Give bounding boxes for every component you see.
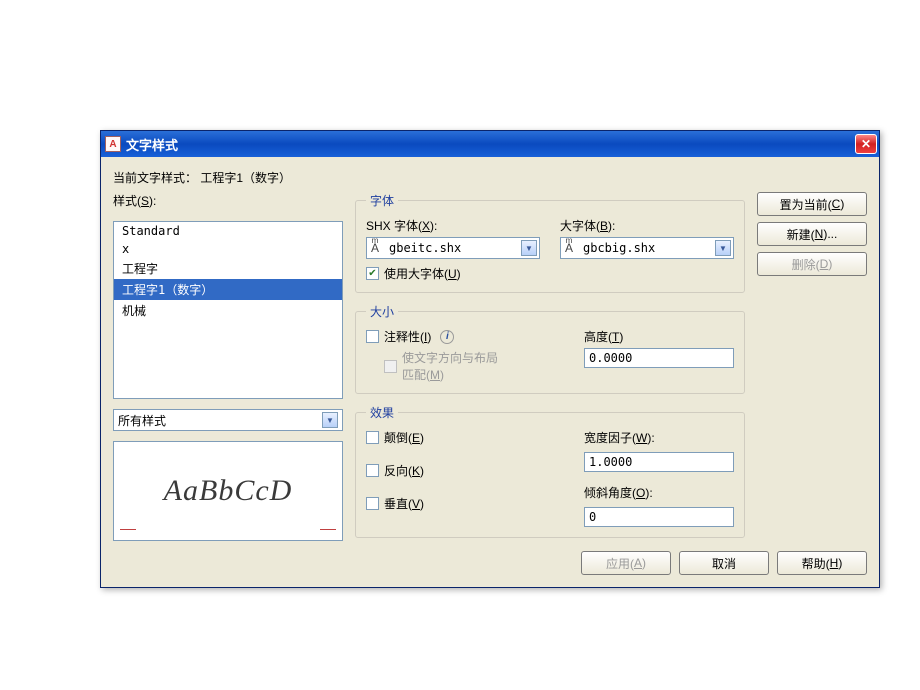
height-label: 高度(T) [584,328,734,345]
annotative-label: 注释性(I) [384,328,431,345]
chevron-down-icon: ▼ [322,412,338,428]
use-big-font-label: 使用大字体(U) [384,265,461,282]
font-icon: Aͫ [565,241,579,255]
font-legend: 字体 [366,192,398,209]
list-item[interactable]: 工程字1（数字） [114,279,342,300]
size-group: 大小 注释性(I) i 使文字方向与布局匹配(M) [355,303,745,394]
big-font-value: gbcbig.shx [583,241,711,255]
new-button[interactable]: 新建(N)... [757,222,867,246]
current-style-line: 当前文字样式： 工程字1（数字） [113,169,867,186]
style-filter-select[interactable]: 所有样式 ▼ [113,409,343,431]
list-item[interactable]: Standard [114,222,342,240]
font-group: 字体 SHX 字体(X): Aͫ gbeitc.shx ▼ 大字体(B): [355,192,745,293]
effects-group: 效果 颠倒(E) 反向(K) [355,404,745,538]
app-icon: A [105,136,121,152]
oblique-angle-input[interactable]: 0 [584,507,734,527]
font-icon: Aͫ [371,241,385,255]
effects-legend: 效果 [366,404,398,421]
upside-down-checkbox[interactable] [366,431,379,444]
use-big-font-checkbox[interactable]: ✔ [366,267,379,280]
cancel-button[interactable]: 取消 [679,551,769,575]
delete-button: 删除(D) [757,252,867,276]
vertical-label: 垂直(V) [384,495,424,512]
backwards-checkbox[interactable] [366,464,379,477]
apply-button: 应用(A) [581,551,671,575]
size-legend: 大小 [366,303,398,320]
help-button[interactable]: 帮助(H) [777,551,867,575]
shx-font-value: gbeitc.shx [389,241,517,255]
dialog-body: 当前文字样式： 工程字1（数字） 样式(S): Standardx工程字工程字1… [101,157,879,587]
big-font-combo[interactable]: Aͫ gbcbig.shx ▼ [560,237,734,259]
shx-font-label: SHX 字体(X): [366,217,540,234]
upside-down-label: 颠倒(E) [384,429,424,446]
shx-font-combo[interactable]: Aͫ gbeitc.shx ▼ [366,237,540,259]
list-item[interactable]: 工程字 [114,258,342,279]
current-style-label: 当前文字样式： [113,171,197,185]
annotative-checkbox[interactable] [366,330,379,343]
oblique-angle-label: 倾斜角度(O): [584,484,734,501]
styles-listbox[interactable]: Standardx工程字工程字1（数字）机械 [113,221,343,399]
preview-text: AaBbCcD [164,474,293,508]
orient-label: 使文字方向与布局匹配(M) [402,349,498,383]
backwards-label: 反向(K) [384,462,424,479]
window-title: 文字样式 [126,135,855,154]
current-style-value: 工程字1（数字） [200,171,291,185]
big-font-label: 大字体(B): [560,217,734,234]
set-current-button[interactable]: 置为当前(C) [757,192,867,216]
styles-label: 样式(S): [113,192,343,209]
titlebar[interactable]: A 文字样式 ✕ [101,131,879,157]
width-factor-input[interactable]: 1.0000 [584,452,734,472]
close-button[interactable]: ✕ [855,134,877,154]
width-factor-label: 宽度因子(W): [584,429,734,446]
height-input[interactable]: 0.0000 [584,348,734,368]
chevron-down-icon: ▼ [715,240,731,256]
preview-panel: AaBbCcD [113,441,343,541]
vertical-checkbox[interactable] [366,497,379,510]
list-item[interactable]: x [114,240,342,258]
dialog-footer: 应用(A) 取消 帮助(H) [113,551,867,575]
info-icon[interactable]: i [440,330,454,344]
style-filter-value: 所有样式 [118,412,166,429]
chevron-down-icon: ▼ [521,240,537,256]
orient-checkbox [384,360,397,373]
text-style-dialog: A 文字样式 ✕ 当前文字样式： 工程字1（数字） 样式(S): Standar… [100,130,880,588]
list-item[interactable]: 机械 [114,300,342,321]
